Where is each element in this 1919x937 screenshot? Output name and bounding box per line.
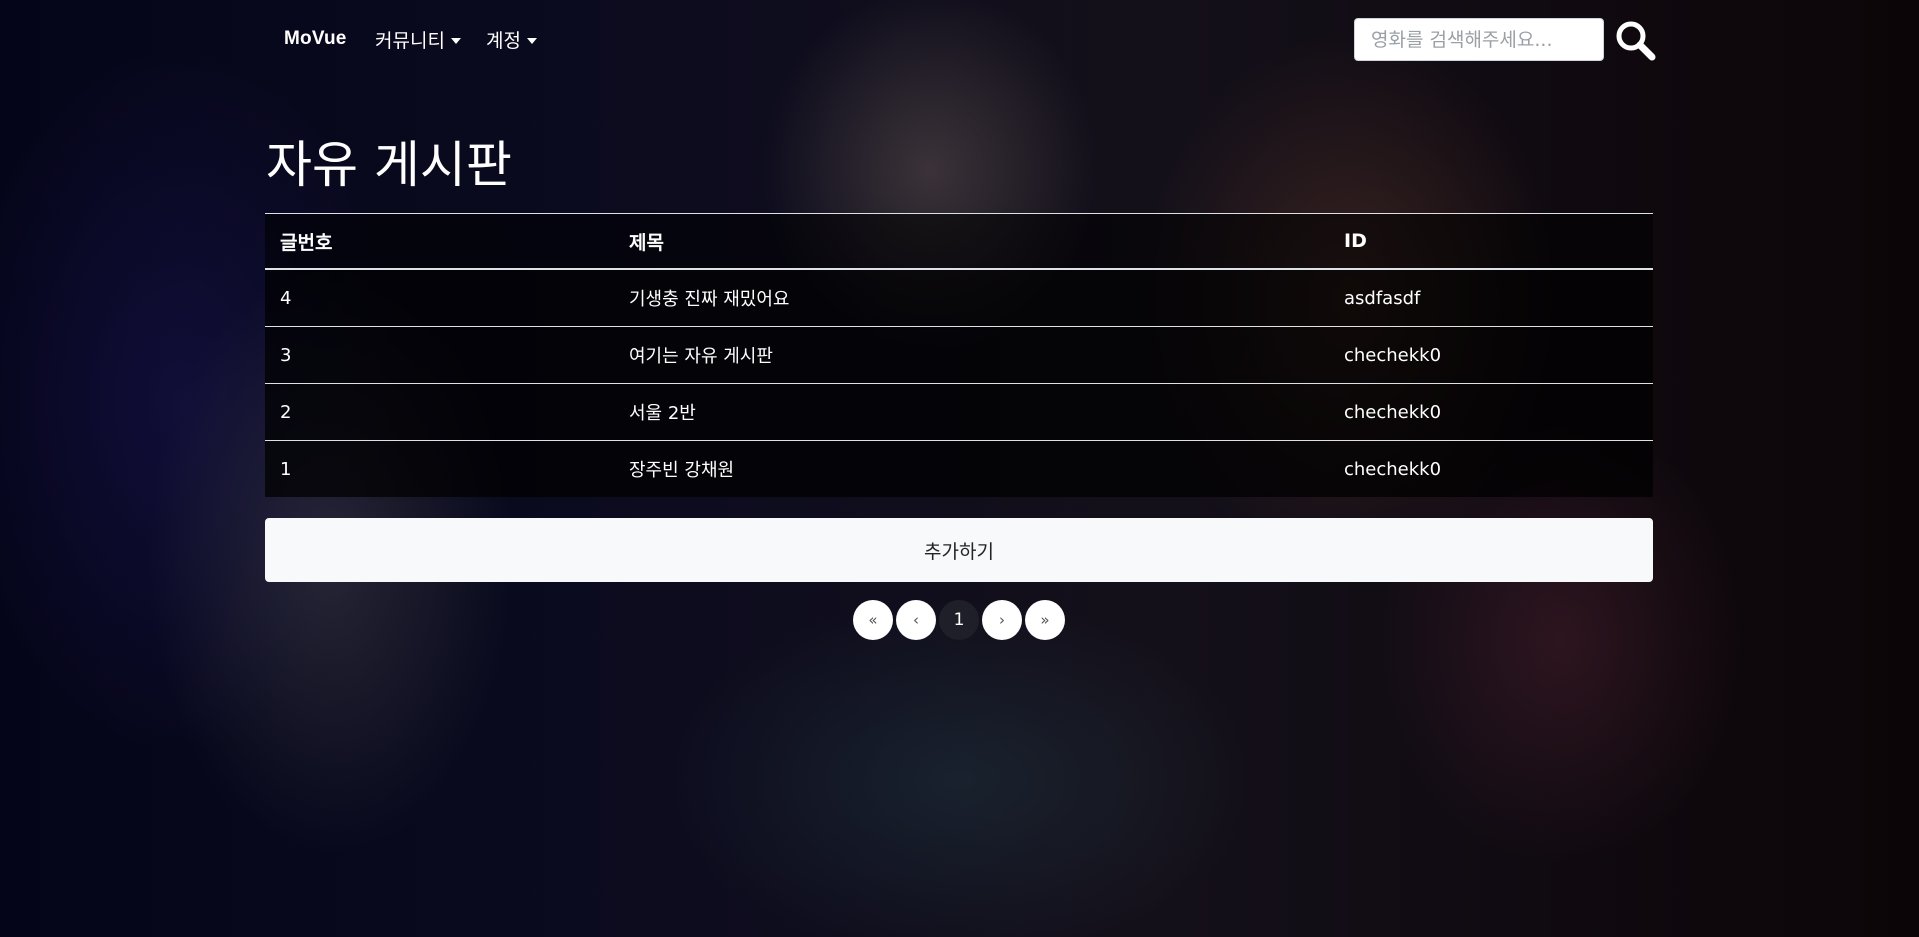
- table-row[interactable]: 3 여기는 자유 게시판 chechekk0: [265, 326, 1653, 384]
- post-title[interactable]: 여기는 자유 게시판: [614, 326, 1329, 384]
- post-author-id: asdfasdf: [1329, 269, 1653, 327]
- page-title: 자유 게시판: [266, 136, 512, 194]
- post-title[interactable]: 장주빈 강채원: [614, 440, 1329, 497]
- page-current-button[interactable]: 1: [939, 600, 979, 640]
- navbar: MoVue 커뮤니티 계정: [0, 0, 1919, 78]
- post-number: 4: [265, 269, 614, 327]
- caret-down-icon: [450, 37, 461, 44]
- post-title[interactable]: 서울 2반: [614, 383, 1329, 441]
- post-author-id: chechekk0: [1329, 326, 1653, 384]
- search-icon: [1616, 21, 1656, 61]
- add-post-button[interactable]: 추가하기: [265, 518, 1653, 582]
- brand-logo[interactable]: MoVue: [284, 28, 347, 50]
- nav-dropdown-community[interactable]: 커뮤니티: [375, 26, 461, 53]
- table-row[interactable]: 4 기생충 진짜 재밌어요 asdfasdf: [265, 269, 1653, 327]
- search-button[interactable]: [1613, 18, 1657, 62]
- post-author-id: chechekk0: [1329, 440, 1653, 497]
- nav-dropdown-account-label: 계정: [486, 30, 521, 52]
- nav-dropdown-account[interactable]: 계정: [486, 26, 537, 53]
- column-header-title: 제목: [614, 213, 1329, 270]
- page-first-button[interactable]: «: [853, 600, 893, 640]
- search-input[interactable]: [1354, 18, 1604, 61]
- column-header-id: ID: [1329, 213, 1653, 270]
- post-author-id: chechekk0: [1329, 383, 1653, 441]
- page: MoVue 커뮤니티 계정 자유 게시판 글번호 제목 ID: [0, 0, 1919, 937]
- post-number: 2: [265, 383, 614, 441]
- post-number: 1: [265, 440, 614, 497]
- table-header-row: 글번호 제목 ID: [265, 213, 1653, 270]
- page-prev-button[interactable]: ‹: [896, 600, 936, 640]
- post-number: 3: [265, 326, 614, 384]
- page-next-button[interactable]: ›: [982, 600, 1022, 640]
- column-header-number: 글번호: [265, 213, 614, 270]
- table-row[interactable]: 2 서울 2반 chechekk0: [265, 383, 1653, 441]
- page-last-button[interactable]: »: [1025, 600, 1065, 640]
- post-title[interactable]: 기생충 진짜 재밌어요: [614, 269, 1329, 327]
- table-row[interactable]: 1 장주빈 강채원 chechekk0: [265, 440, 1653, 497]
- nav-dropdown-community-label: 커뮤니티: [375, 30, 445, 52]
- board-table: 글번호 제목 ID 4 기생충 진짜 재밌어요 asdfasdf 3 여기는 자…: [265, 213, 1653, 497]
- pagination: « ‹ 1 › »: [853, 600, 1065, 640]
- caret-down-icon: [526, 37, 537, 44]
